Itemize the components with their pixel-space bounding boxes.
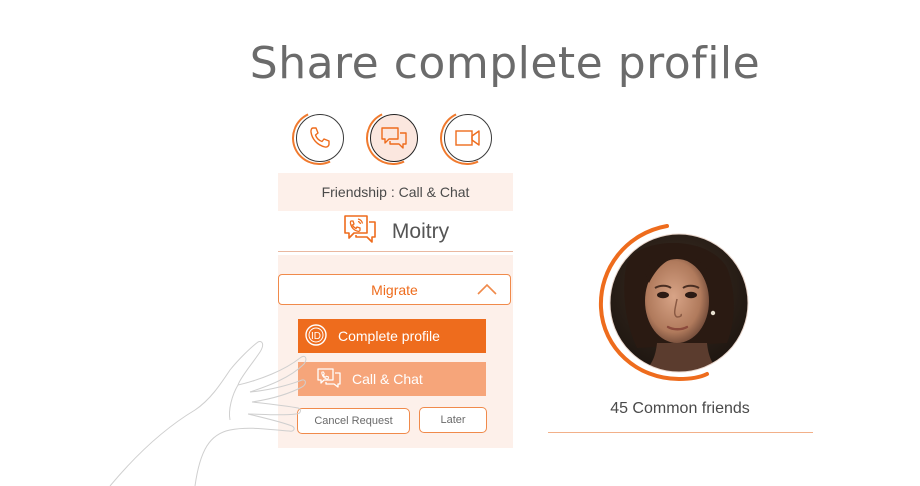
chevron-up-icon [476, 282, 498, 299]
hand-illustration [109, 341, 307, 486]
call-chat-label: Call & Chat [352, 371, 423, 387]
friendship-label: Friendship : Call & Chat [278, 173, 513, 211]
chat-button[interactable] [358, 103, 428, 173]
contact-name: Moitry [391, 220, 450, 243]
call-chat-icon [342, 213, 378, 251]
cancel-request-button[interactable]: Cancel Request [297, 408, 410, 434]
migrate-label: Migrate [371, 281, 418, 298]
progress-arc [358, 103, 428, 173]
progress-arc [432, 103, 502, 173]
call-chat-icon [316, 367, 342, 392]
progress-arc [284, 103, 354, 173]
later-button[interactable]: Later [419, 407, 487, 433]
call-chat-button[interactable]: Call & Chat [298, 362, 486, 396]
page-heading: Share complete profile [249, 38, 761, 89]
contact-name-row: Moitry [278, 213, 513, 251]
profile-avatar [597, 223, 757, 383]
common-friends-count: 45 Common friends [610, 400, 750, 417]
video-call-button[interactable] [432, 103, 502, 173]
complete-profile-label: Complete profile [338, 328, 440, 344]
svg-text:ID: ID [311, 331, 321, 342]
complete-profile-button[interactable]: ID Complete profile [298, 319, 486, 353]
phone-call-button[interactable] [284, 103, 354, 173]
divider [278, 251, 513, 252]
divider [548, 432, 813, 433]
migrate-dropdown[interactable]: Migrate [278, 274, 511, 305]
